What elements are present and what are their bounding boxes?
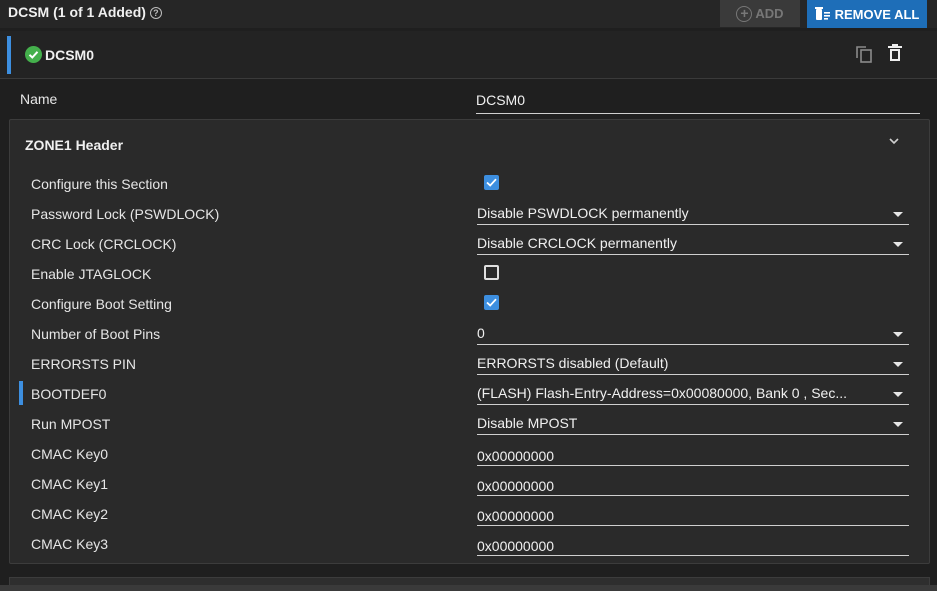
row-bootdef0: BOOTDEF0 (FLASH) Flash-Entry-Address=0x0…: [10, 378, 929, 408]
errorsts-pin-select[interactable]: ERRORSTS disabled (Default): [477, 351, 909, 375]
input-value: 0x00000000: [477, 448, 555, 464]
field-label: BOOTDEF0: [31, 386, 107, 402]
select-value: Disable PSWDLOCK permanently: [477, 205, 689, 221]
crc-lock-select[interactable]: Disable CRCLOCK permanently: [477, 231, 909, 255]
cmac-key2-input[interactable]: 0x00000000: [477, 502, 909, 526]
trash-icon[interactable]: [887, 44, 903, 62]
panel-title: ZONE1 Header: [25, 137, 124, 153]
remove-all-button-label: REMOVE ALL: [834, 6, 920, 22]
configure-section-checkbox[interactable]: [484, 175, 499, 190]
module-title-text: DCSM (1 of 1 Added): [8, 4, 146, 20]
remove-all-button[interactable]: REMOVE ALL: [807, 0, 927, 28]
check-circle-icon: [25, 46, 42, 63]
password-lock-select[interactable]: Disable PSWDLOCK permanently: [477, 201, 909, 225]
row-run-mpost: Run MPOST Disable MPOST: [10, 408, 929, 438]
dropdown-caret-icon: [893, 392, 903, 397]
select-value: Disable MPOST: [477, 415, 578, 431]
field-label: Number of Boot Pins: [31, 326, 161, 342]
select-value: 0: [477, 325, 485, 341]
select-value: (FLASH) Flash-Entry-Address=0x00080000, …: [477, 385, 848, 401]
module-header: DCSM (1 of 1 Added)? + ADD REMOVE ALL: [0, 0, 937, 28]
cmac-key0-input[interactable]: 0x00000000: [477, 442, 909, 466]
input-value: 0x00000000: [477, 508, 555, 524]
bootdef0-select[interactable]: (FLASH) Flash-Entry-Address=0x00080000, …: [477, 381, 909, 405]
row-enable-jtaglock: Enable JTAGLOCK: [10, 258, 929, 288]
name-input[interactable]: DCSM0: [476, 92, 920, 114]
row-cmac-key2: CMAC Key2 0x00000000: [10, 498, 929, 528]
copy-icon[interactable]: [855, 45, 873, 63]
add-button-label: ADD: [755, 6, 784, 21]
name-row: Name DCSM0: [0, 80, 937, 118]
field-label: Configure Boot Setting: [31, 296, 172, 312]
field-label: CMAC Key1: [31, 476, 109, 492]
instance-name: DCSM0: [45, 47, 95, 63]
selection-indicator: [7, 36, 11, 74]
row-errorsts-pin: ERRORSTS PIN ERRORSTS disabled (Default): [10, 348, 929, 378]
name-input-value: DCSM0: [476, 92, 526, 108]
field-label: Run MPOST: [31, 416, 111, 432]
row-cmac-key0: CMAC Key0 0x00000000: [10, 438, 929, 468]
row-configure-boot-setting: Configure Boot Setting: [10, 288, 929, 318]
highlight-indicator: [19, 381, 23, 405]
dropdown-caret-icon: [893, 332, 903, 337]
zone1-header-toggle[interactable]: ZONE1 Header: [10, 120, 929, 168]
dropdown-caret-icon: [893, 422, 903, 427]
row-crc-lock: CRC Lock (CRCLOCK) Disable CRCLOCK perma…: [10, 228, 929, 258]
field-label: CMAC Key3: [31, 536, 109, 552]
field-label: Configure this Section: [31, 176, 168, 192]
instance-row[interactable]: DCSM0: [0, 31, 937, 79]
row-configure-this-section: Configure this Section: [10, 168, 929, 198]
input-value: 0x00000000: [477, 478, 555, 494]
field-label: CMAC Key0: [31, 446, 109, 462]
configure-boot-checkbox[interactable]: [484, 295, 499, 310]
add-button[interactable]: + ADD: [720, 0, 800, 27]
trash-list-icon: [814, 7, 830, 20]
jtaglock-checkbox[interactable]: [484, 265, 499, 280]
select-value: ERRORSTS disabled (Default): [477, 355, 669, 371]
chevron-down-icon[interactable]: [887, 134, 901, 148]
plus-circle-icon: +: [736, 5, 753, 22]
help-icon[interactable]: ?: [149, 7, 162, 19]
field-label: CMAC Key2: [31, 506, 109, 522]
dropdown-caret-icon: [893, 212, 903, 217]
name-label: Name: [20, 91, 58, 107]
row-cmac-key3: CMAC Key3 0x00000000: [10, 528, 929, 558]
cmac-key3-input[interactable]: 0x00000000: [477, 532, 909, 556]
field-label: ERRORSTS PIN: [31, 356, 137, 372]
cmac-key1-input[interactable]: 0x00000000: [477, 472, 909, 496]
select-value: Disable CRCLOCK permanently: [477, 235, 677, 251]
module-title: DCSM (1 of 1 Added)?: [8, 4, 162, 20]
field-label: Password Lock (PSWDLOCK): [31, 206, 220, 222]
input-value: 0x00000000: [477, 538, 555, 554]
run-mpost-select[interactable]: Disable MPOST: [477, 411, 909, 435]
dropdown-caret-icon: [893, 362, 903, 367]
field-label: Enable JTAGLOCK: [31, 266, 152, 282]
horizontal-scrollbar[interactable]: [0, 585, 937, 591]
row-password-lock: Password Lock (PSWDLOCK) Disable PSWDLOC…: [10, 198, 929, 228]
boot-pins-select[interactable]: 0: [477, 321, 909, 345]
row-number-of-boot-pins: Number of Boot Pins 0: [10, 318, 929, 348]
row-cmac-key1: CMAC Key1 0x00000000: [10, 468, 929, 498]
zone1-header-panel: ZONE1 Header Configure this Section Pass…: [9, 119, 930, 564]
dropdown-caret-icon: [893, 242, 903, 247]
field-label: CRC Lock (CRCLOCK): [31, 236, 177, 252]
